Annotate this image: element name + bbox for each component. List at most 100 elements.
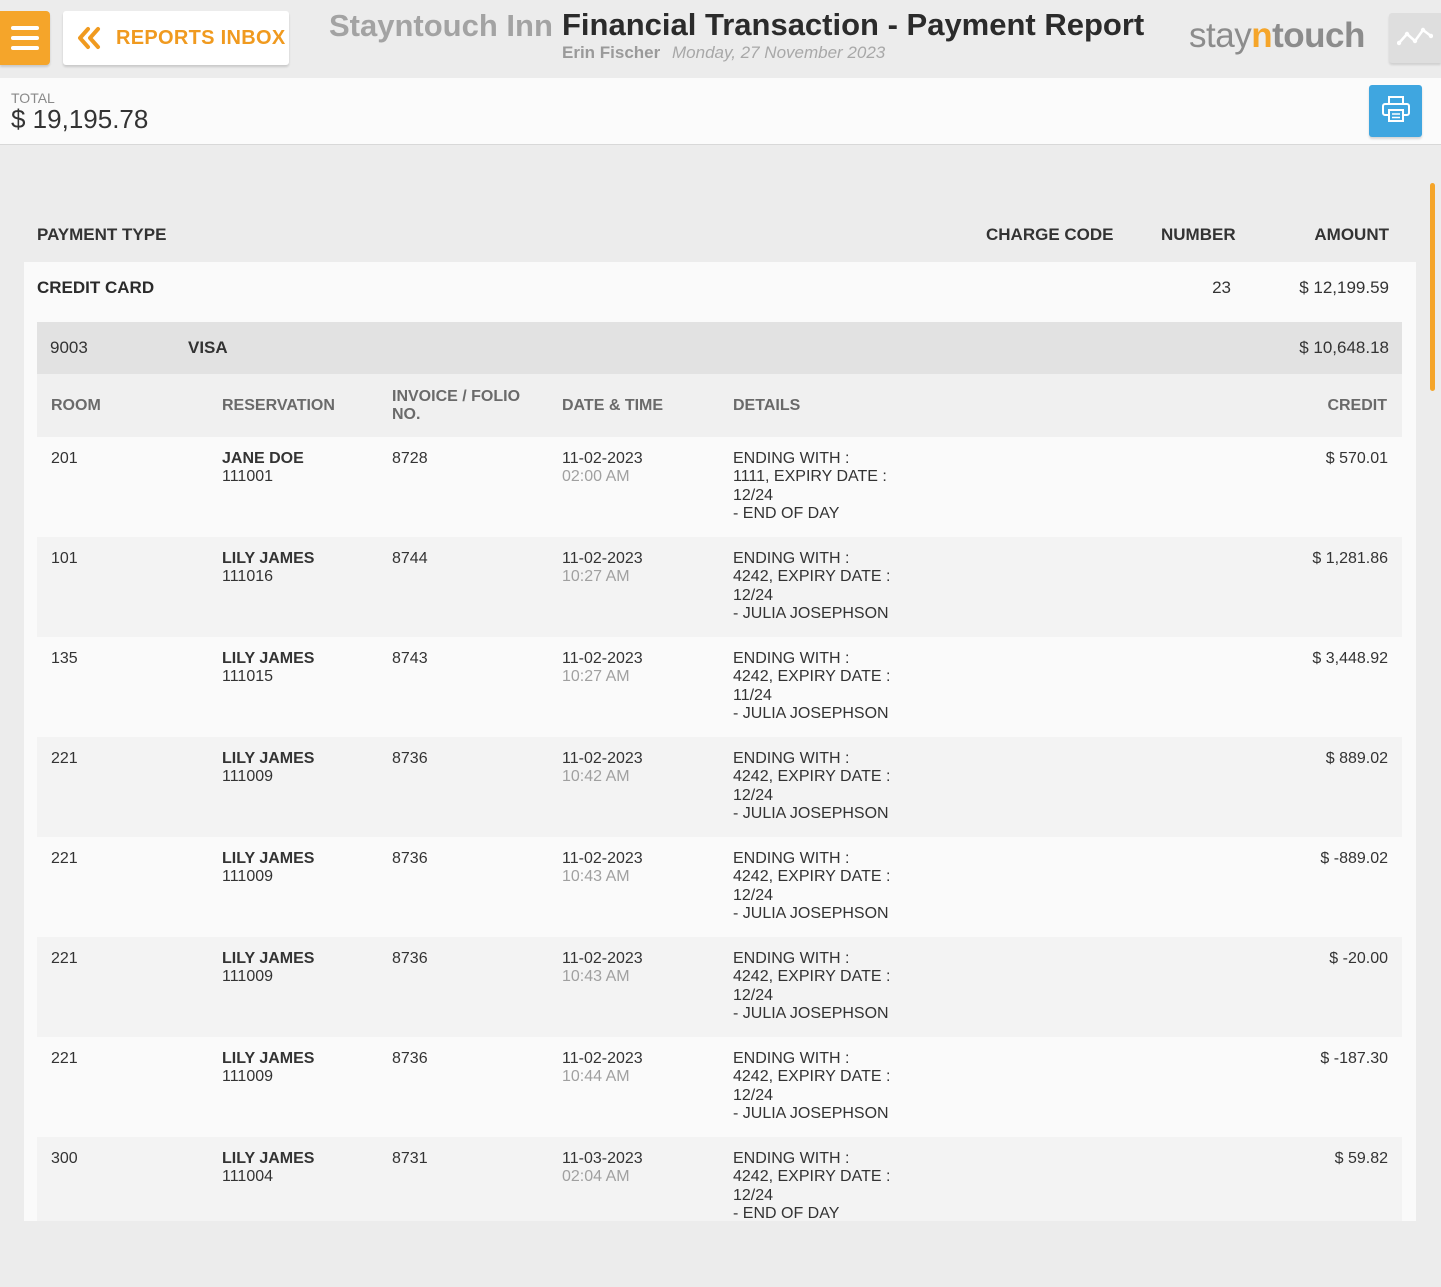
invoice-number: 8736 bbox=[392, 850, 428, 867]
table-row: 221 LILY JAMES 111009 8736 11-02-2023 10… bbox=[37, 737, 1402, 837]
room-number: 221 bbox=[51, 850, 78, 867]
credit-amount: $ -20.00 bbox=[1329, 950, 1388, 967]
hotel-name: Stayntouch Inn bbox=[329, 8, 553, 43]
transaction-time: 02:04 AM bbox=[562, 1168, 630, 1186]
credit-amount: $ 1,281.86 bbox=[1312, 550, 1388, 567]
total-value: $ 19,195.78 bbox=[11, 104, 149, 134]
reservation-number: 111016 bbox=[222, 568, 274, 586]
double-chevron-left-icon bbox=[76, 24, 104, 52]
transaction-date: 11-02-2023 bbox=[562, 1050, 643, 1067]
card-type-amount: $ 10,648.18 bbox=[1299, 338, 1389, 357]
transaction-date: 11-02-2023 bbox=[562, 550, 643, 567]
total-bar: TOTAL $ 19,195.78 bbox=[0, 78, 1441, 145]
guest-name: LILY JAMES bbox=[222, 750, 315, 767]
col-number: NUMBER bbox=[1161, 225, 1236, 244]
transaction-details: ENDING WITH : 4242, EXPIRY DATE : 12/24 … bbox=[733, 550, 891, 622]
th-reservation: RESERVATION bbox=[222, 397, 335, 414]
card-type-group: 9003 VISA $ 10,648.18 ROOM RESERVATION I… bbox=[37, 322, 1402, 1221]
table-row: 101 LILY JAMES 111016 8744 11-02-2023 10… bbox=[37, 537, 1402, 637]
reservation-number: 111004 bbox=[222, 1168, 274, 1186]
charge-code: 9003 bbox=[50, 338, 88, 357]
date-time: 11-02-2023 10:44 AM bbox=[562, 1050, 643, 1087]
transaction-details: ENDING WITH : 4242, EXPIRY DATE : 12/24 … bbox=[733, 750, 891, 822]
reservation-number: 111009 bbox=[222, 1068, 274, 1086]
reservation-number: 111001 bbox=[222, 468, 274, 486]
room-number: 135 bbox=[51, 650, 78, 667]
report-user: Erin Fischer bbox=[562, 43, 661, 62]
table-row: 221 LILY JAMES 111009 8736 11-02-2023 10… bbox=[37, 837, 1402, 937]
reservation: LILY JAMES 111009 bbox=[222, 950, 314, 987]
table-row: 201 JANE DOE 111001 8728 11-02-2023 02:0… bbox=[37, 437, 1402, 537]
invoice-number: 8736 bbox=[392, 750, 428, 767]
transaction-time: 10:44 AM bbox=[562, 1068, 630, 1086]
th-invoice: INVOICE / FOLIO NO. bbox=[392, 388, 521, 423]
table-row: 221 LILY JAMES 111009 8736 11-02-2023 10… bbox=[37, 937, 1402, 1037]
guest-name: LILY JAMES bbox=[222, 650, 315, 667]
room-number: 101 bbox=[51, 550, 78, 567]
card-type-name: VISA bbox=[188, 338, 228, 357]
page-title: Financial Transaction - Payment Report bbox=[562, 7, 1145, 42]
guest-name: LILY JAMES bbox=[222, 950, 315, 967]
table-row: 221 LILY JAMES 111009 8736 11-02-2023 10… bbox=[37, 1037, 1402, 1137]
invoice-number: 8736 bbox=[392, 950, 428, 967]
hamburger-icon bbox=[11, 26, 39, 30]
reservation: JANE DOE 111001 bbox=[222, 450, 304, 487]
reservation-number: 111009 bbox=[222, 968, 274, 986]
reservation-number: 111009 bbox=[222, 768, 274, 786]
reservation: LILY JAMES 111004 bbox=[222, 1150, 314, 1187]
guest-name: LILY JAMES bbox=[222, 550, 315, 567]
transaction-time: 10:27 AM bbox=[562, 668, 630, 686]
reports-inbox-label: REPORTS INBOX bbox=[116, 26, 286, 49]
credit-card-section: CREDIT CARD 23 $ 12,199.59 9003 VISA $ 1… bbox=[24, 262, 1416, 1221]
credit-amount: $ 889.02 bbox=[1325, 750, 1388, 767]
credit-amount: $ 570.01 bbox=[1325, 450, 1388, 467]
invoice-number: 8736 bbox=[392, 1050, 428, 1067]
th-datetime: DATE & TIME bbox=[562, 397, 664, 414]
transactions-table-header: ROOM RESERVATION INVOICE / FOLIO NO. DATE… bbox=[37, 374, 1402, 437]
credit-amount: $ -187.30 bbox=[1320, 1050, 1388, 1067]
print-button[interactable] bbox=[1369, 85, 1422, 137]
report-content: PAYMENT TYPE CHARGE CODE NUMBER AMOUNT C… bbox=[0, 145, 1441, 1221]
guest-name: JANE DOE bbox=[222, 450, 304, 467]
card-type-header: 9003 VISA $ 10,648.18 bbox=[37, 322, 1402, 374]
transaction-details: ENDING WITH : 4242, EXPIRY DATE : 12/24 … bbox=[733, 850, 891, 922]
reservation: LILY JAMES 111016 bbox=[222, 550, 314, 587]
table-row: 135 LILY JAMES 111015 8743 11-02-2023 10… bbox=[37, 637, 1402, 737]
room-number: 221 bbox=[51, 1050, 78, 1067]
top-bar: REPORTS INBOX Stayntouch Inn Financial T… bbox=[0, 0, 1441, 78]
transaction-details: ENDING WITH : 4242, EXPIRY DATE : 12/24 … bbox=[733, 1050, 891, 1122]
room-number: 221 bbox=[51, 750, 78, 767]
transaction-details: ENDING WITH : 4242, EXPIRY DATE : 12/24 … bbox=[733, 950, 891, 1022]
scrollbar[interactable] bbox=[1430, 183, 1435, 391]
menu-button[interactable] bbox=[0, 11, 50, 65]
payment-type-label: CREDIT CARD bbox=[37, 278, 155, 297]
reservation: LILY JAMES 111009 bbox=[222, 850, 314, 887]
transaction-date: 11-03-2023 bbox=[562, 1150, 643, 1167]
reservation: LILY JAMES 111009 bbox=[222, 750, 314, 787]
date-time: 11-02-2023 10:43 AM bbox=[562, 850, 643, 887]
transaction-date: 11-02-2023 bbox=[562, 850, 643, 867]
room-number: 221 bbox=[51, 950, 78, 967]
room-number: 300 bbox=[51, 1150, 78, 1167]
reservation: LILY JAMES 111009 bbox=[222, 1050, 314, 1087]
payment-type-number: 23 bbox=[1212, 278, 1231, 297]
col-amount: AMOUNT bbox=[1314, 225, 1389, 244]
transaction-details: ENDING WITH : 1111, EXPIRY DATE : 12/24 … bbox=[733, 450, 887, 522]
transaction-time: 02:00 AM bbox=[562, 468, 630, 486]
date-time: 11-02-2023 10:27 AM bbox=[562, 550, 643, 587]
printer-icon bbox=[1381, 95, 1411, 128]
reports-inbox-button[interactable]: REPORTS INBOX bbox=[63, 11, 289, 65]
invoice-number: 8743 bbox=[392, 650, 428, 667]
brand-logo: stayntouch bbox=[1189, 16, 1365, 55]
guest-name: LILY JAMES bbox=[222, 1150, 315, 1167]
credit-amount: $ -889.02 bbox=[1320, 850, 1388, 867]
th-room: ROOM bbox=[51, 397, 101, 414]
th-credit: CREDIT bbox=[1327, 397, 1387, 414]
room-number: 201 bbox=[51, 450, 78, 467]
line-graph-icon bbox=[1396, 25, 1434, 52]
analytics-button[interactable] bbox=[1389, 13, 1441, 63]
transaction-details: ENDING WITH : 4242, EXPIRY DATE : 11/24 … bbox=[733, 650, 891, 722]
transaction-date: 11-02-2023 bbox=[562, 450, 643, 467]
transaction-date: 11-02-2023 bbox=[562, 750, 643, 767]
transaction-date: 11-02-2023 bbox=[562, 650, 643, 667]
